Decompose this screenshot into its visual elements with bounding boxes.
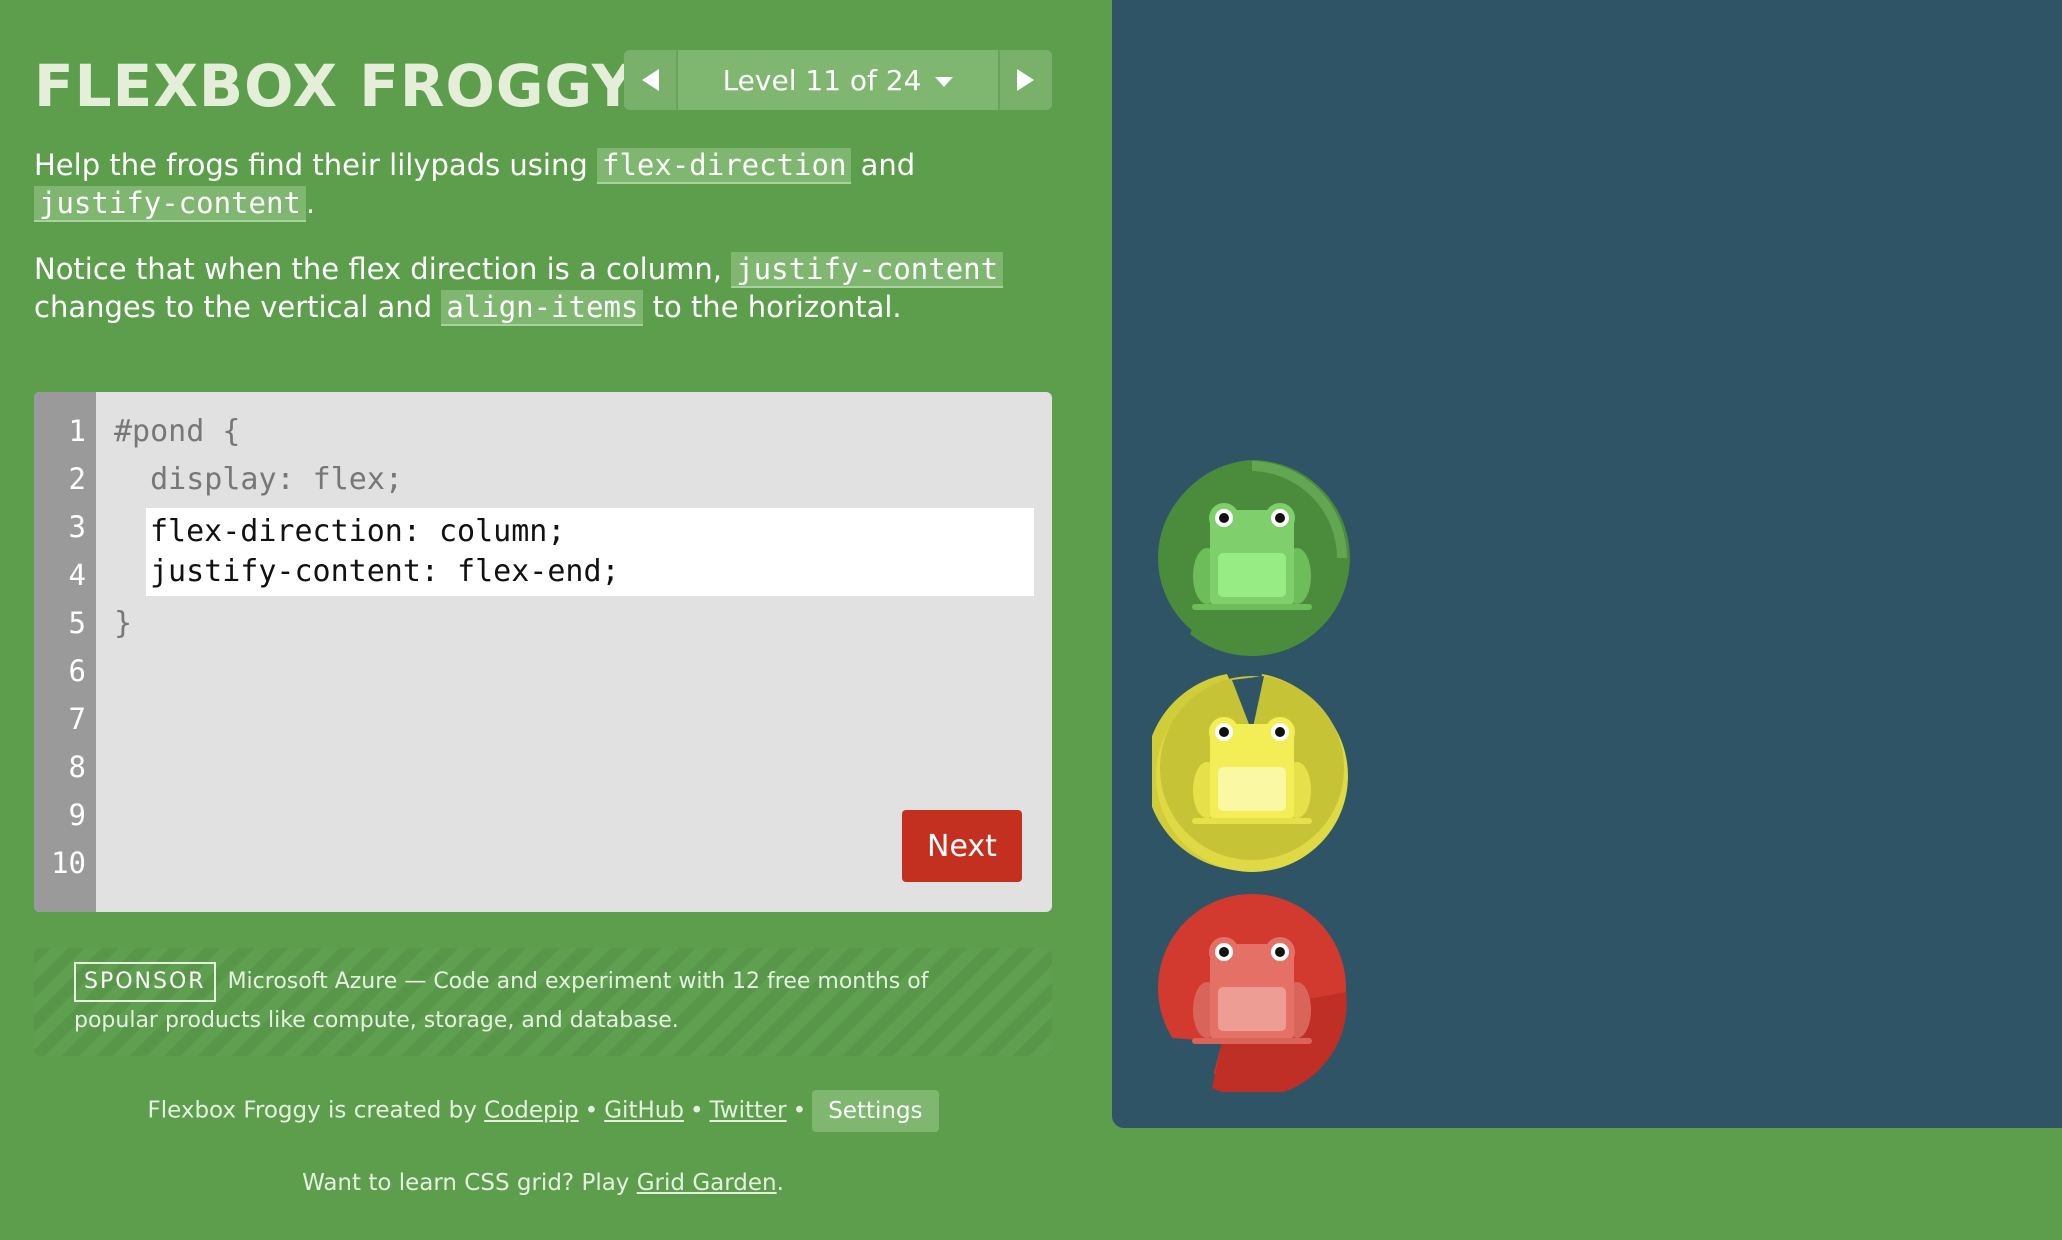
instruction-text: Help the frogs find their lilypads using	[34, 148, 597, 182]
line-number: 9	[68, 798, 86, 832]
instructions: Help the frogs find their lilypads using…	[34, 146, 1074, 354]
code-flex-direction: flex-direction	[596, 148, 852, 184]
instruction-text: .	[305, 186, 316, 220]
line-number: 8	[68, 750, 86, 784]
instruction-text: Notice that when the flex direction is a…	[34, 252, 732, 286]
code-line-5: }	[114, 606, 133, 641]
instruction-paragraph-2: Notice that when the flex direction is a…	[34, 250, 1074, 326]
codepip-link[interactable]: Codepip	[484, 1098, 578, 1124]
next-level-button[interactable]	[998, 50, 1052, 110]
grid-garden-link[interactable]: Grid Garden	[637, 1170, 777, 1196]
grid-garden-promo: Want to learn CSS grid? Play Grid Garden…	[0, 1170, 1086, 1196]
instruction-text: to the horizontal.	[643, 290, 902, 324]
pond	[1112, 0, 2062, 1128]
caret-down-icon	[935, 77, 954, 87]
settings-button[interactable]: Settings	[812, 1090, 939, 1132]
code-justify-content: justify-content	[731, 252, 1004, 288]
separator-dot: •	[792, 1097, 807, 1124]
sponsor-banner[interactable]: SPONSOR Microsoft Azure — Code and experi…	[34, 948, 1052, 1056]
code-justify-content: justify-content	[34, 186, 306, 222]
previous-level-button[interactable]	[624, 50, 678, 110]
line-number: 1	[68, 414, 86, 448]
code-line-1: #pond {	[114, 414, 241, 449]
credit-prefix: Flexbox Froggy is created by	[147, 1097, 485, 1124]
github-link[interactable]: GitHub	[604, 1098, 684, 1124]
level-dropdown[interactable]: Level 11 of 24	[678, 50, 998, 110]
sidebar: FLEXBOX FROGGY Level 11 of 24 Help the f…	[0, 0, 1112, 1240]
level-indicator: Level 11 of 24	[722, 63, 922, 97]
triangle-left-icon	[642, 69, 659, 91]
instruction-text: changes to the vertical and	[34, 290, 442, 324]
grid-promo-end: .	[776, 1170, 784, 1196]
line-number: 2	[68, 462, 86, 496]
code-editor: 1 2 3 4 5 6 7 8 9 10 #pond { display: fl…	[34, 392, 1052, 912]
yellow-frog-lilypad	[1152, 674, 1348, 872]
twitter-link[interactable]: Twitter	[710, 1098, 787, 1124]
separator-dot: •	[689, 1097, 704, 1124]
code-line-2: display: flex;	[114, 462, 403, 497]
line-number: 5	[68, 606, 86, 640]
level-navigation: Level 11 of 24	[624, 50, 1052, 110]
sponsor-badge: SPONSOR	[74, 962, 216, 1002]
line-number: 3	[68, 510, 86, 544]
frog-icon	[1192, 503, 1312, 610]
grid-promo-text: Want to learn CSS grid? Play	[302, 1170, 637, 1196]
line-number: 4	[68, 558, 86, 592]
line-number-gutter: 1 2 3 4 5 6 7 8 9 10	[34, 392, 96, 912]
triangle-right-icon	[1017, 69, 1034, 91]
credits: Flexbox Froggy is created by Codepip • Git…	[0, 1090, 1086, 1132]
line-number: 6	[68, 654, 86, 688]
red-frog-lilypad	[1158, 894, 1347, 1092]
green-frog-lilypad	[1158, 460, 1350, 656]
frog-icon	[1192, 937, 1312, 1044]
app-title: FLEXBOX FROGGY	[34, 52, 635, 120]
code-align-items: align-items	[441, 290, 644, 326]
css-code-input[interactable]	[146, 508, 1034, 596]
frog-icon	[1192, 717, 1312, 824]
instruction-text: and	[851, 148, 916, 182]
next-button[interactable]: Next	[902, 810, 1022, 882]
separator-dot: •	[584, 1097, 599, 1124]
line-number: 7	[68, 702, 86, 736]
line-number: 10	[51, 846, 86, 880]
instruction-paragraph-1: Help the frogs find their lilypads using…	[34, 146, 1074, 222]
